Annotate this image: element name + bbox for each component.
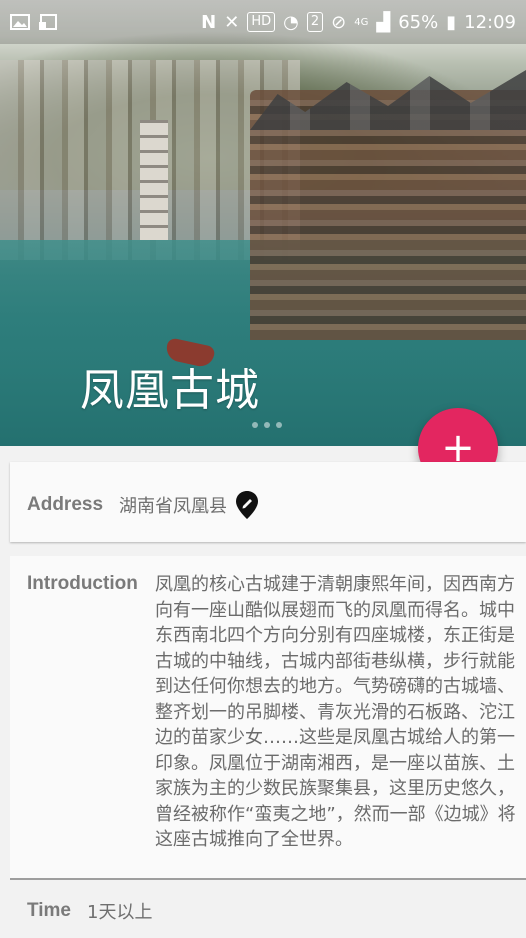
address-value: 湖南省凤凰县	[119, 496, 228, 517]
pager-dot	[252, 422, 258, 428]
mute-icon: ✕	[224, 11, 240, 33]
battery-level: 65%	[398, 11, 439, 33]
introduction-label: Introduction	[27, 573, 138, 594]
sim-badge: 2	[306, 12, 324, 32]
clock: 12:09	[464, 11, 516, 33]
header-image: 凤凰古城	[0, 0, 526, 446]
map-pin-icon[interactable]	[235, 490, 259, 520]
page-title: 凤凰古城	[80, 365, 260, 416]
signal-icon: ▟	[376, 11, 391, 33]
time-value: 1天以上	[87, 902, 153, 923]
cast-icon	[39, 14, 57, 30]
status-bar-right: N ✕ HD ◔ 2 ⊘ 4G ▟ 65% ▮ 12:09	[201, 12, 516, 33]
address-card: Address 湖南省凤凰县	[10, 462, 526, 542]
introduction-row: Introduction 凤凰的核心古城建于清朝康熙年间，因西南方向有一座山酷似…	[27, 572, 516, 853]
pager-dot	[276, 422, 282, 428]
address-label: Address	[27, 494, 104, 515]
status-bar-left	[10, 13, 58, 31]
pagoda-scenery	[140, 120, 168, 240]
battery-icon: ▮	[446, 11, 457, 33]
time-label: Time	[27, 900, 72, 921]
hd-badge: HD	[247, 12, 276, 32]
dnd-icon: ⊘	[331, 11, 347, 33]
address-row: Address 湖南省凤凰县	[27, 490, 259, 520]
wifi-icon: ◔	[283, 11, 299, 33]
image-icon	[10, 14, 30, 30]
introduction-card: Introduction 凤凰的核心古城建于清朝康熙年间，因西南方向有一座山酷似…	[10, 556, 526, 880]
nfc-icon: N	[201, 11, 217, 33]
time-row: Time 1天以上	[27, 898, 152, 924]
status-bar: N ✕ HD ◔ 2 ⊘ 4G ▟ 65% ▮ 12:09	[0, 0, 526, 44]
introduction-text: 凤凰的核心古城建于清朝康熙年间，因西南方向有一座山酷似展翅而飞的凤凰而得名。城中…	[155, 574, 516, 850]
pager-dot	[264, 422, 270, 428]
network-type: 4G	[354, 16, 369, 28]
